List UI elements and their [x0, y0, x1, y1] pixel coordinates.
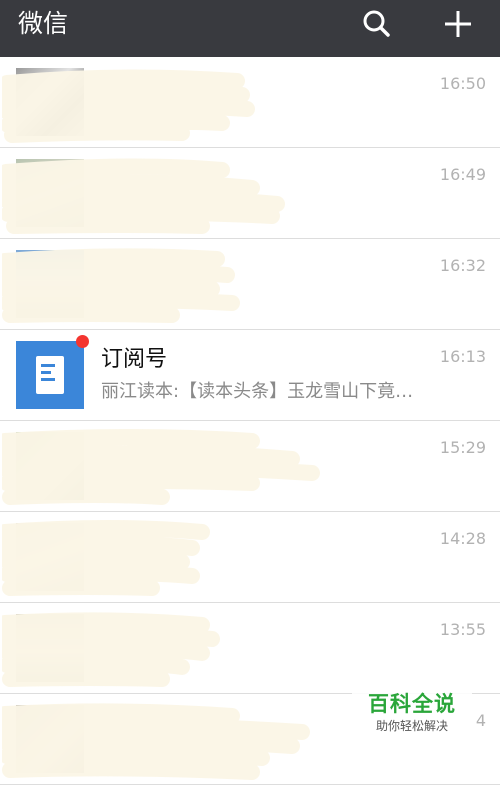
chat-row[interactable]: 14:28	[0, 512, 500, 603]
app-title: 微信	[18, 9, 69, 38]
chat-row[interactable]: 16:50	[0, 57, 500, 148]
unread-dot	[76, 335, 89, 348]
watermark-subtitle: 助你轻松解决	[375, 719, 448, 733]
avatar	[16, 523, 84, 591]
chat-row[interactable]: 16:32	[0, 239, 500, 330]
search-icon[interactable]	[359, 6, 395, 42]
chat-row-subscriptions[interactable]: 订阅号 丽江读本:【读本头条】玉龙雪山下竟… 16:13	[0, 330, 500, 421]
subscriptions-avatar	[16, 341, 84, 409]
avatar	[16, 705, 84, 773]
chat-time: 15:29	[439, 438, 486, 457]
top-bar: 微信	[0, 0, 500, 57]
avatar	[16, 432, 84, 500]
chat-row[interactable]: 15:29	[0, 421, 500, 512]
chat-name: 订阅号	[101, 347, 168, 372]
chat-time: 4	[475, 711, 486, 730]
avatar	[16, 614, 84, 682]
chat-preview: 丽江读本:【读本头条】玉龙雪山下竟…	[101, 381, 414, 402]
chat-time: 16:13	[439, 347, 486, 366]
chat-time: 14:28	[439, 529, 486, 548]
watermark: 百科全说 助你轻松解决	[352, 684, 472, 744]
watermark-title: 百科全说	[368, 692, 456, 716]
chat-row[interactable]: 16:49	[0, 148, 500, 239]
chat-time: 16:50	[439, 74, 486, 93]
chat-time: 16:49	[439, 165, 486, 184]
document-icon	[36, 356, 64, 394]
avatar	[16, 68, 84, 136]
plus-icon[interactable]	[440, 6, 476, 42]
avatar	[16, 250, 84, 318]
chat-list: 16:50 16:49 16:32 订阅号 丽江读本:【读本头条】玉龙雪山下竟…	[0, 57, 500, 785]
chat-time: 16:32	[439, 256, 486, 275]
chat-time: 13:55	[439, 620, 486, 639]
chat-row[interactable]: 13:55	[0, 603, 500, 694]
avatar	[16, 159, 84, 227]
